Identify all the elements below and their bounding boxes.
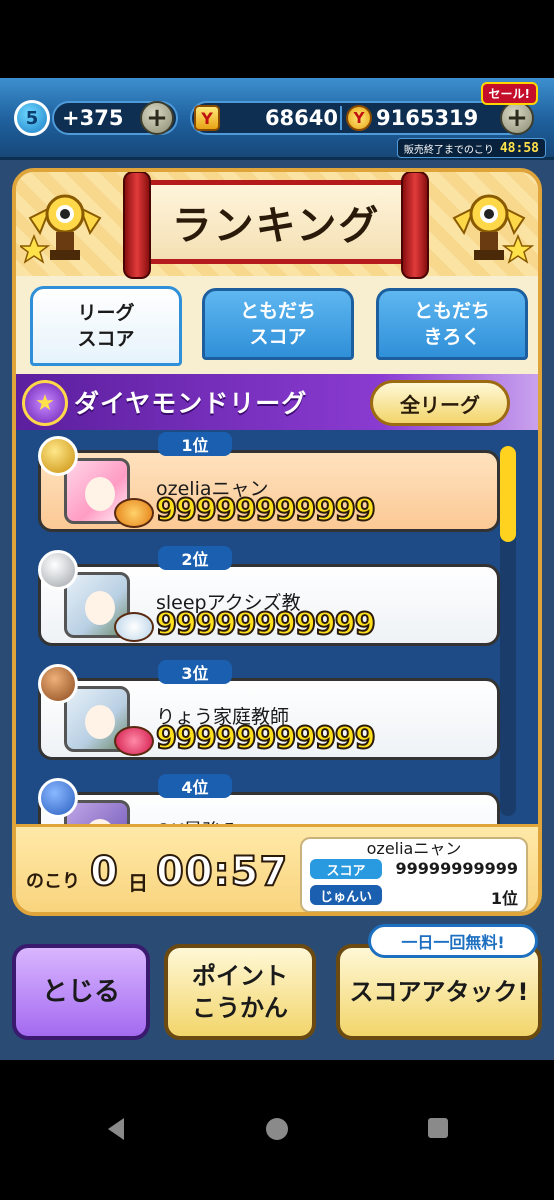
list-item[interactable]: 2位 sleepアクシズ教 99999999999: [38, 546, 500, 646]
list-item[interactable]: 1位 ozeliaニャン 99999999999: [38, 432, 500, 532]
tab-friend-record[interactable]: ともだち きろく: [376, 288, 528, 360]
sale-timer-label: 販売終了までのこり: [403, 144, 494, 156]
rank-number: 1位: [158, 432, 232, 456]
ranking-panel: ランキング リーグ スコア ともだち スコア ともだち きろく ★ ダイヤモンド…: [12, 168, 542, 916]
remaining-time: 00:57: [155, 848, 289, 896]
add-stamina-button[interactable]: +: [140, 101, 174, 135]
ranking-footer: のこり 0 日 00:57 ozeliaニャン スコア 99999999999 …: [16, 824, 538, 912]
rank-medal-icon: [38, 778, 78, 818]
pet-icon: [114, 726, 154, 756]
coins-value: 68640: [264, 106, 338, 130]
title-banner: ランキング: [123, 172, 429, 279]
currency-divider: [340, 106, 342, 130]
score-attack-button[interactable]: スコアアタック!: [336, 944, 542, 1040]
score-label: スコア: [310, 859, 382, 879]
all-league-button[interactable]: 全リーグ: [370, 380, 510, 426]
close-button[interactable]: とじる: [12, 944, 150, 1040]
home-icon[interactable]: [266, 1118, 288, 1140]
list-item[interactable]: 4位 OK最強み: [38, 774, 500, 824]
ranking-list[interactable]: 1位 ozeliaニャン 99999999999 2位 sleepアクシズ教 9…: [16, 430, 538, 824]
league-bar: ★ ダイヤモンドリーグ 全リーグ: [16, 374, 538, 430]
my-player-name: ozeliaニャン: [366, 839, 462, 858]
player-name: OK最強み: [156, 816, 240, 824]
rank-label: じゅんい: [310, 885, 382, 905]
rank-number: 3位: [158, 660, 232, 684]
my-score: 99999999999: [395, 859, 518, 878]
ranking-header: ランキング: [16, 172, 538, 279]
player-score: 99999999999: [155, 607, 377, 642]
list-item[interactable]: 3位 りょう家庭教師 99999999999: [38, 660, 500, 760]
coin-icon: Y: [194, 105, 220, 131]
trophy-icon: [20, 194, 102, 264]
stamina-value: +375: [62, 106, 124, 130]
ranking-tabs: リーグ スコア ともだち スコア ともだち きろく: [16, 282, 538, 366]
remaining-label: のこり: [26, 871, 80, 892]
system-nav-bar: [0, 1060, 554, 1200]
page-title: ランキング: [171, 203, 381, 249]
stamina-level-badge: 5: [14, 100, 50, 136]
add-currency-button[interactable]: +: [500, 101, 534, 135]
sale-badge[interactable]: セール!: [480, 82, 538, 105]
rank-number: 4位: [158, 774, 232, 798]
scrollbar[interactable]: [500, 446, 516, 816]
player-score: 99999999999: [155, 493, 377, 528]
back-icon[interactable]: [108, 1118, 124, 1140]
sale-timer-value: 48:58: [499, 140, 539, 156]
scrollbar-thumb[interactable]: [500, 446, 516, 542]
my-ranking-box: ozeliaニャン スコア 99999999999 じゅんい 1位: [300, 837, 528, 912]
points-exchange-button[interactable]: ポイント こうかん: [164, 944, 316, 1040]
top-bar: 5 +375 + 68640 9165319 Y Y + セール! 販売終了まで…: [0, 78, 554, 160]
remaining-day-unit: 日: [128, 871, 148, 895]
tab-league-score[interactable]: リーグ スコア: [30, 286, 182, 366]
silver-medal-icon: [38, 550, 78, 590]
tab-friend-score[interactable]: ともだち スコア: [202, 288, 354, 360]
trophy-icon: [452, 194, 534, 264]
sale-timer: 販売終了までのこり 48:58: [396, 138, 546, 158]
my-rank: 1位: [490, 889, 518, 908]
league-name: ダイヤモンドリーグ: [74, 389, 308, 418]
player-score: 99999999999: [155, 721, 377, 756]
recent-apps-icon[interactable]: [428, 1118, 448, 1138]
gems-value: 9165319: [376, 106, 479, 130]
bronze-medal-icon: [38, 664, 78, 704]
gold-medal-icon: [38, 436, 78, 476]
pet-icon: [114, 498, 154, 528]
gem-icon: Y: [346, 105, 372, 131]
star-icon: ★: [22, 380, 68, 426]
pet-icon: [114, 612, 154, 642]
free-once-daily-badge: 一日一回無料!: [368, 924, 538, 958]
status-bar: [0, 0, 554, 78]
rank-number: 2位: [158, 546, 232, 570]
remaining-days: 0: [89, 848, 119, 896]
